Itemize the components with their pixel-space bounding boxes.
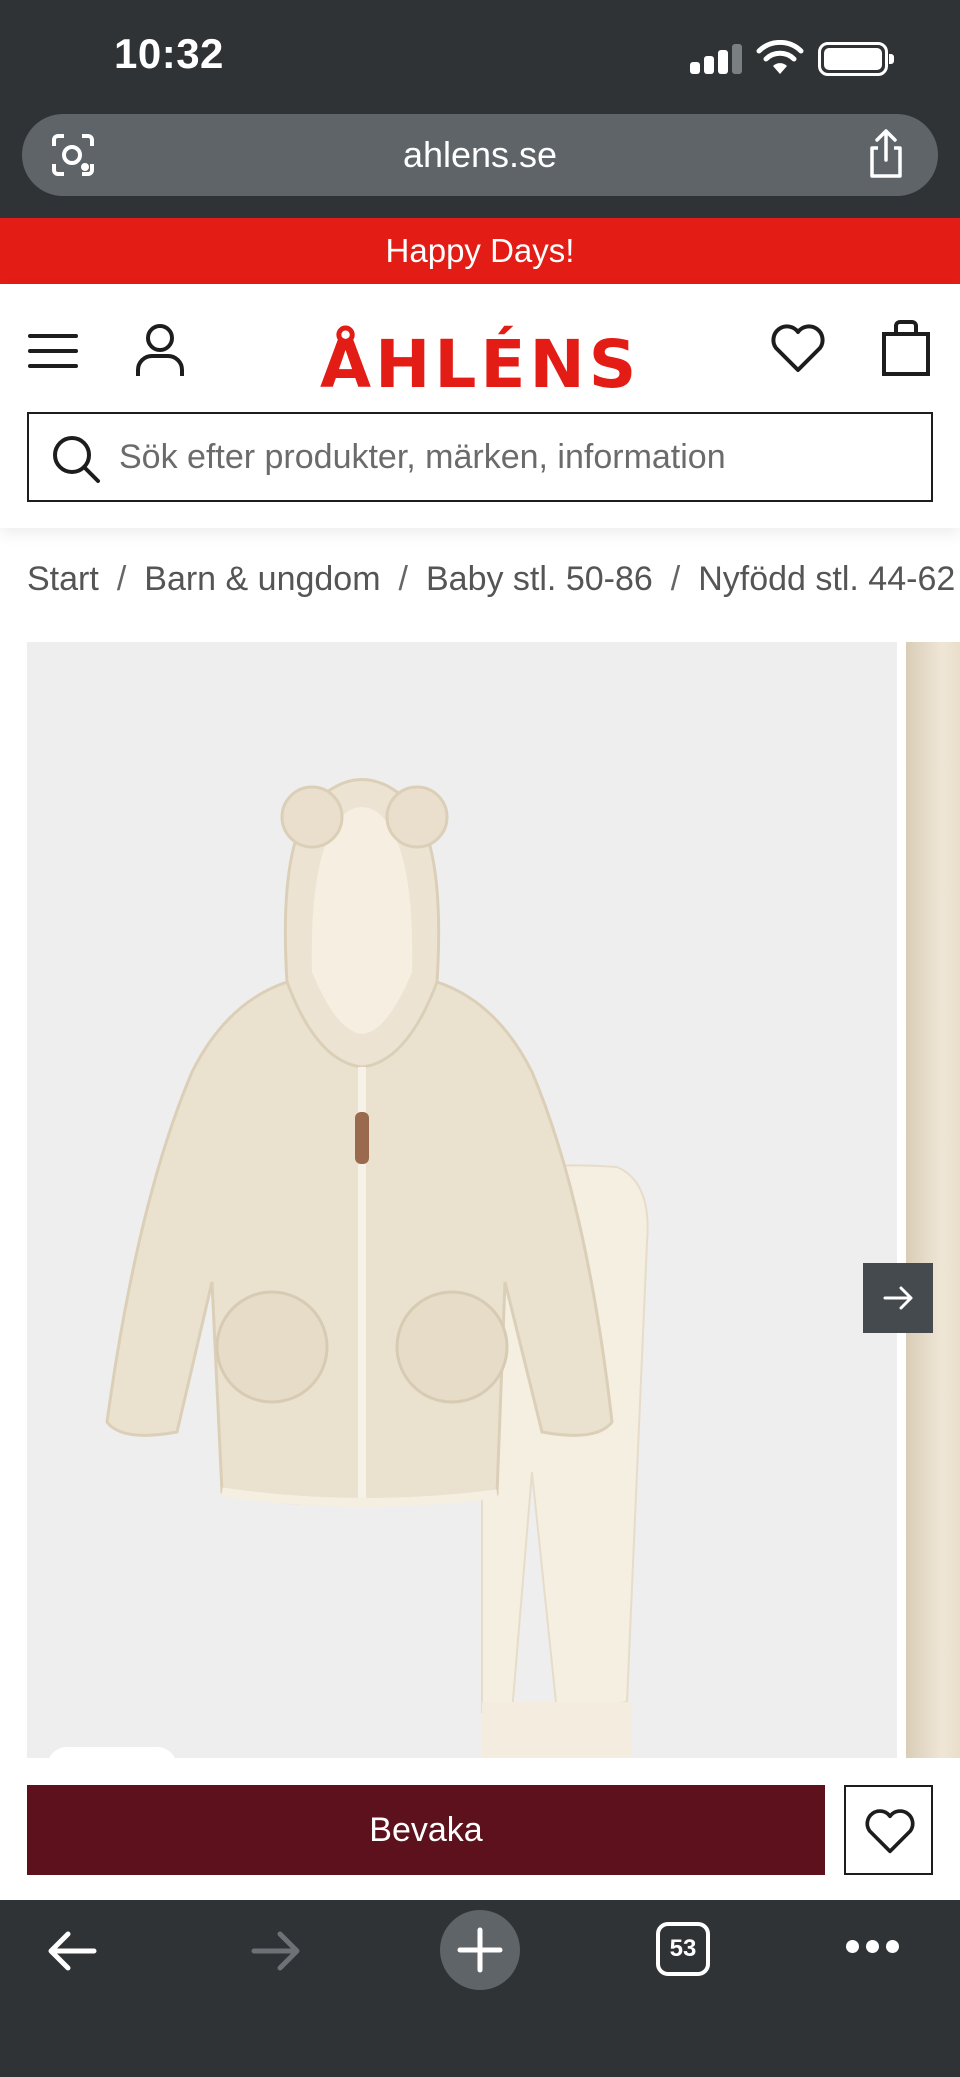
user-icon[interactable] [134, 322, 186, 378]
breadcrumb-separator: / [670, 560, 681, 598]
new-tab-icon [457, 1927, 503, 1973]
favorite-button[interactable] [844, 1785, 933, 1875]
battery-icon [818, 42, 894, 76]
signal-icon [690, 44, 744, 74]
product-gallery[interactable] [27, 642, 960, 1758]
promo-banner[interactable]: Happy Days! [0, 218, 960, 284]
back-icon[interactable] [44, 1926, 100, 1976]
product-illustration [105, 778, 649, 1758]
next-image-button[interactable] [863, 1263, 933, 1333]
more-icon[interactable] [846, 1940, 899, 1954]
site-header: ÅHLÉNS [0, 284, 960, 528]
search-icon [53, 436, 100, 483]
product-badge [47, 1747, 177, 1758]
status-time: 10:32 [114, 30, 224, 77]
ahlens-logo[interactable]: ÅHLÉNS [320, 314, 640, 403]
breadcrumb-separator: / [398, 560, 408, 598]
breadcrumb-item-barn-ungdom[interactable]: Barn & ungdom [144, 560, 380, 599]
heart-icon[interactable] [770, 322, 826, 374]
breadcrumb-item-nyfodd[interactable]: Nyfödd stl. 44-62 [698, 560, 955, 599]
breadcrumb: Start / Barn & ungdom / Baby stl. 50-86 / Nyfö… [27, 560, 960, 610]
breadcrumb-item-baby[interactable]: Baby stl. 50-86 [426, 560, 653, 599]
share-icon[interactable] [864, 128, 908, 180]
menu-icon[interactable] [28, 334, 80, 370]
logo-text[interactable]: ÅHLÉNS [320, 326, 640, 403]
search-input[interactable] [119, 414, 919, 500]
breadcrumb-separator: / [116, 560, 127, 598]
url-text[interactable]: ahlens.se [22, 134, 938, 176]
forward-icon[interactable] [248, 1926, 304, 1976]
heart-icon [865, 1809, 915, 1854]
bag-icon[interactable] [878, 318, 934, 378]
wifi-icon [756, 40, 804, 74]
url-bar[interactable]: ahlens.se [22, 114, 938, 196]
status-bar: 10:32 ahlens.se [0, 0, 960, 218]
watch-button[interactable]: Bevaka [27, 1785, 825, 1875]
breadcrumb-item-start[interactable]: Start [27, 560, 99, 599]
next-product-image[interactable] [906, 642, 960, 1758]
search-box[interactable] [27, 412, 933, 502]
product-image[interactable] [27, 642, 897, 1758]
browser-toolbar: 53 [0, 1900, 960, 2077]
tabs-icon[interactable]: 53 [656, 1922, 710, 1976]
arrow-right-icon [883, 1286, 913, 1310]
new-tab-button[interactable] [440, 1910, 520, 1990]
